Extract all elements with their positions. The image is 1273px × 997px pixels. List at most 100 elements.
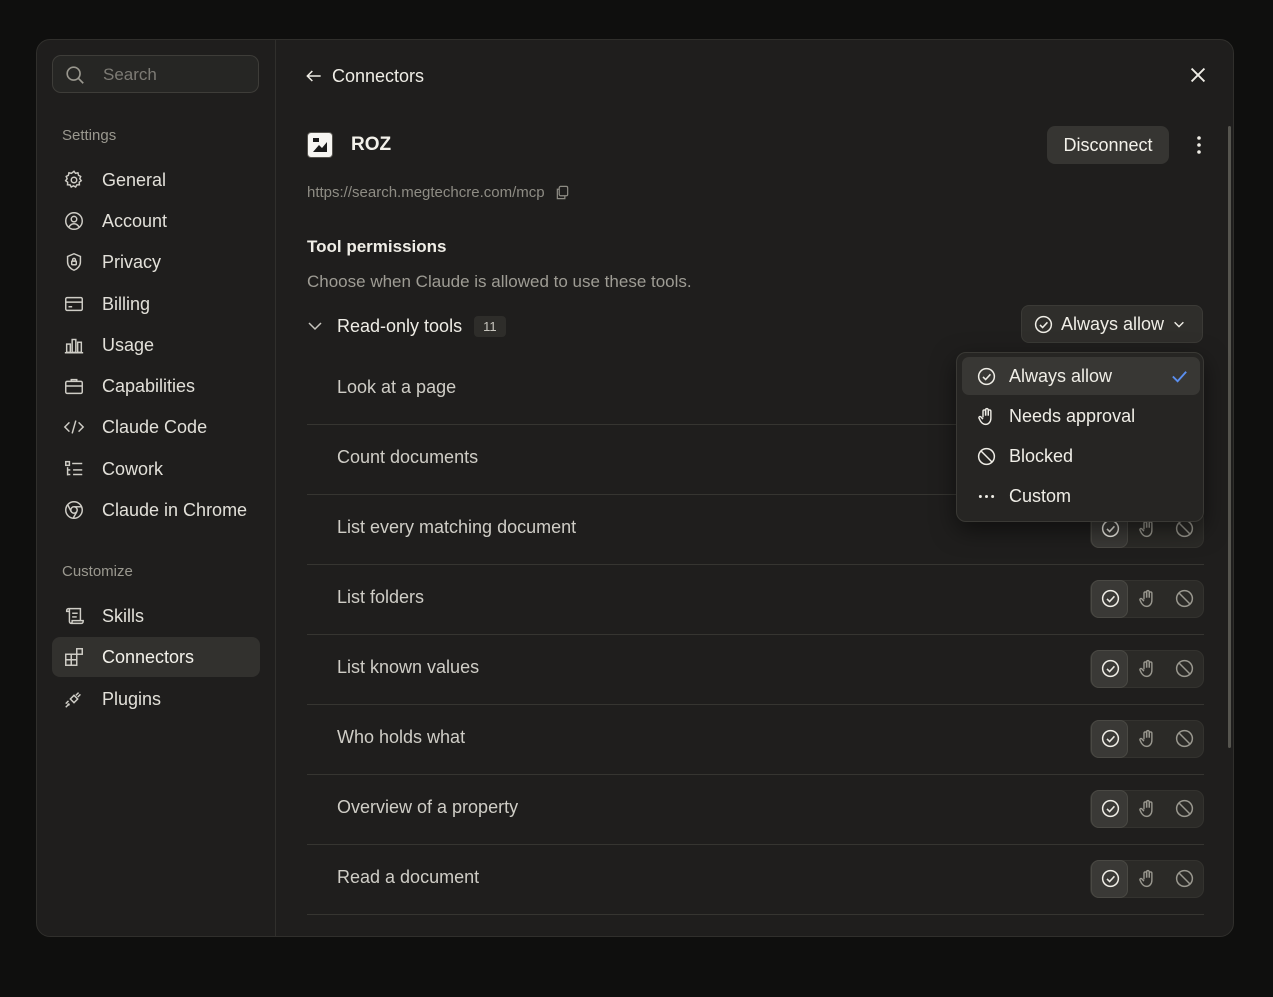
tool-permission-toggle	[1090, 580, 1204, 618]
sidebar-item-connectors[interactable]: Connectors	[52, 637, 260, 677]
sidebar-item-label: Privacy	[102, 252, 162, 272]
tool-row: Overview of a property	[307, 775, 1204, 845]
tool-name: Look at a page	[337, 377, 457, 397]
tool-permissions-title: Tool permissions	[307, 237, 447, 256]
code-icon	[63, 416, 85, 438]
always-allow-button[interactable]	[1091, 720, 1128, 758]
group-permission-select[interactable]: Always allow	[1021, 305, 1203, 343]
tool-name: Read a document	[337, 867, 480, 887]
menu-item-always-allow[interactable]: Always allow	[962, 357, 1200, 395]
sidebar-item-label: Usage	[102, 335, 155, 355]
tool-name: Who holds what	[337, 727, 466, 747]
blocks-icon	[63, 646, 85, 668]
tool-name: Count documents	[337, 447, 479, 467]
settings-section-label: Settings	[62, 127, 117, 144]
back-label: Connectors	[332, 65, 425, 86]
sidebar-item-general[interactable]: General	[52, 160, 260, 200]
sidebar-item-account[interactable]: Account	[52, 201, 260, 241]
sidebar-item-plugins[interactable]: Plugins	[52, 679, 260, 719]
sidebar-item-label: Claude Code	[102, 417, 208, 437]
user-circle-icon	[63, 210, 85, 232]
tool-permissions-description: Choose when Claude is allowed to use the…	[307, 272, 692, 291]
menu-item-custom[interactable]: Custom	[962, 477, 1200, 515]
sidebar-item-privacy[interactable]: Privacy	[52, 242, 260, 282]
copy-icon[interactable]	[555, 185, 570, 200]
checklist-icon	[63, 458, 85, 480]
blocked-button[interactable]	[1166, 721, 1203, 757]
needs-approval-button[interactable]	[1129, 861, 1166, 897]
needs-approval-button[interactable]	[1129, 791, 1166, 827]
arrow-left-icon	[306, 70, 321, 82]
more-horizontal-icon	[976, 486, 997, 507]
menu-item-needs-approval[interactable]: Needs approval	[962, 397, 1200, 435]
always-allow-button[interactable]	[1091, 860, 1128, 898]
sidebar-item-cowork[interactable]: Cowork	[52, 449, 260, 489]
sidebar-item-label: Account	[102, 211, 168, 231]
close-button[interactable]	[1187, 64, 1209, 86]
search-input[interactable]	[101, 56, 255, 94]
plug-icon	[63, 688, 85, 710]
tool-name: List known values	[337, 657, 480, 677]
needs-approval-button[interactable]	[1129, 721, 1166, 757]
tool-permission-toggle	[1090, 860, 1204, 898]
menu-item-label: Always allow	[1009, 366, 1113, 386]
sidebar-item-label: Skills	[102, 606, 145, 626]
gear-icon	[63, 169, 85, 191]
sidebar-item-label: Claude in Chrome	[102, 500, 248, 520]
more-options-button[interactable]	[1191, 134, 1207, 156]
scrollbar[interactable]	[1228, 126, 1231, 748]
menu-item-label: Blocked	[1009, 446, 1074, 466]
always-allow-button[interactable]	[1091, 650, 1128, 688]
always-allow-button[interactable]	[1091, 790, 1128, 828]
sidebar-item-label: Cowork	[102, 459, 164, 479]
chevron-down-icon	[308, 322, 322, 331]
tool-row: List folders	[307, 565, 1204, 635]
tool-row: List known values	[307, 635, 1204, 705]
connector-logo	[307, 132, 333, 158]
always-allow-button[interactable]	[1091, 580, 1128, 618]
shield-icon	[63, 251, 85, 273]
blocked-button[interactable]	[1166, 581, 1203, 617]
menu-item-blocked[interactable]: Blocked	[962, 437, 1200, 475]
group-label: Read-only tools	[337, 315, 463, 336]
tool-permission-toggle	[1090, 720, 1204, 758]
tool-name: List folders	[337, 587, 425, 607]
sidebar-item-skills[interactable]: Skills	[52, 596, 260, 636]
sidebar-item-label: Connectors	[102, 647, 195, 667]
main-panel: Connectors ROZ Disconnect https://search…	[276, 40, 1233, 936]
needs-approval-button[interactable]	[1129, 651, 1166, 687]
connector-url: https://search.megtechcre.com/mcp	[307, 184, 545, 201]
sidebar-item-label: Billing	[102, 294, 151, 314]
sidebar-item-capabilities[interactable]: Capabilities	[52, 366, 260, 406]
sidebar-item-claude-code[interactable]: Claude Code	[52, 407, 260, 447]
credit-card-icon	[63, 293, 85, 315]
back-button[interactable]: Connectors	[304, 64, 424, 88]
menu-item-label: Needs approval	[1009, 406, 1136, 426]
briefcase-icon	[63, 375, 85, 397]
tool-name: Overview of a property	[337, 797, 519, 817]
search-box[interactable]	[52, 55, 259, 94]
chevron-down-icon	[1174, 321, 1184, 328]
disconnect-button[interactable]: Disconnect	[1047, 126, 1169, 164]
close-icon	[1190, 67, 1206, 83]
tool-row: Who holds what	[307, 705, 1204, 775]
permission-dropdown-menu: Always allow Needs approval Blocked Cust…	[956, 352, 1204, 522]
tool-row: Read a document	[307, 845, 1204, 915]
blocked-button[interactable]	[1166, 861, 1203, 897]
scroll-icon	[63, 605, 85, 627]
sidebar-item-claude-in-chrome[interactable]: Claude in Chrome	[52, 490, 260, 530]
tool-count-badge: 11	[474, 315, 506, 337]
tool-permission-toggle	[1090, 790, 1204, 828]
settings-dialog: Settings General Account Privacy Billing…	[36, 39, 1234, 937]
sidebar-item-label: Plugins	[102, 689, 162, 709]
sidebar-item-billing[interactable]: Billing	[52, 284, 260, 324]
bar-chart-icon	[63, 334, 85, 356]
checkmark-icon	[1172, 371, 1187, 383]
blocked-button[interactable]	[1166, 651, 1203, 687]
needs-approval-button[interactable]	[1129, 581, 1166, 617]
read-only-tools-toggle[interactable]: Read-only tools 11	[307, 312, 506, 340]
chrome-icon	[63, 499, 85, 521]
sidebar-item-usage[interactable]: Usage	[52, 325, 260, 365]
blocked-button[interactable]	[1166, 791, 1203, 827]
check-circle-icon	[1033, 314, 1054, 335]
